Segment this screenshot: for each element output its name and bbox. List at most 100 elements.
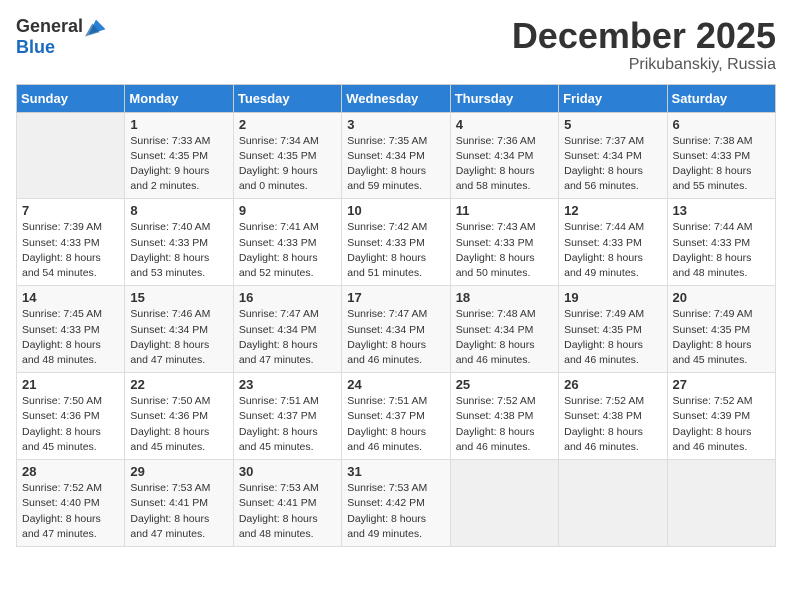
day-info-line: Daylight: 9 hours xyxy=(130,165,209,177)
day-info-line: and 45 minutes. xyxy=(239,441,314,453)
day-number: 11 xyxy=(456,203,553,218)
day-info: Sunrise: 7:50 AMSunset: 4:36 PMDaylight:… xyxy=(22,394,119,455)
calendar-cell: 3Sunrise: 7:35 AMSunset: 4:34 PMDaylight… xyxy=(342,112,450,199)
day-info-line: and 47 minutes. xyxy=(130,528,205,540)
day-info-line: Sunrise: 7:49 AM xyxy=(673,308,753,320)
calendar-cell: 13Sunrise: 7:44 AMSunset: 4:33 PMDayligh… xyxy=(667,199,775,286)
day-info-line: Daylight: 8 hours xyxy=(347,339,426,351)
day-info-line: Sunset: 4:38 PM xyxy=(456,410,534,422)
day-info-line: and 48 minutes. xyxy=(22,354,97,366)
calendar-cell: 24Sunrise: 7:51 AMSunset: 4:37 PMDayligh… xyxy=(342,373,450,460)
day-info: Sunrise: 7:52 AMSunset: 4:39 PMDaylight:… xyxy=(673,394,770,455)
calendar-cell: 16Sunrise: 7:47 AMSunset: 4:34 PMDayligh… xyxy=(233,286,341,373)
day-info-line: Sunset: 4:33 PM xyxy=(673,150,751,162)
weekday-header-thursday: Thursday xyxy=(450,84,558,112)
calendar-cell: 19Sunrise: 7:49 AMSunset: 4:35 PMDayligh… xyxy=(559,286,667,373)
day-number: 17 xyxy=(347,290,444,305)
title-block: December 2025 Prikubanskiy, Russia xyxy=(512,16,776,74)
calendar-cell: 11Sunrise: 7:43 AMSunset: 4:33 PMDayligh… xyxy=(450,199,558,286)
day-info-line: Daylight: 8 hours xyxy=(456,339,535,351)
day-info-line: and 53 minutes. xyxy=(130,267,205,279)
calendar-cell: 6Sunrise: 7:38 AMSunset: 4:33 PMDaylight… xyxy=(667,112,775,199)
calendar-cell: 28Sunrise: 7:52 AMSunset: 4:40 PMDayligh… xyxy=(17,460,125,547)
day-info-line: Sunset: 4:33 PM xyxy=(673,237,751,249)
day-info-line: and 46 minutes. xyxy=(564,354,639,366)
calendar-cell: 17Sunrise: 7:47 AMSunset: 4:34 PMDayligh… xyxy=(342,286,450,373)
day-info-line: and 0 minutes. xyxy=(239,180,308,192)
day-info-line: Sunrise: 7:35 AM xyxy=(347,135,427,147)
day-info-line: Daylight: 8 hours xyxy=(22,252,101,264)
day-number: 8 xyxy=(130,203,227,218)
day-number: 31 xyxy=(347,464,444,479)
day-number: 16 xyxy=(239,290,336,305)
day-info-line: and 51 minutes. xyxy=(347,267,422,279)
day-info-line: Sunset: 4:41 PM xyxy=(130,497,208,509)
day-info-line: Sunrise: 7:37 AM xyxy=(564,135,644,147)
day-info-line: Sunset: 4:35 PM xyxy=(673,324,751,336)
day-info-line: Sunset: 4:33 PM xyxy=(239,237,317,249)
weekday-header-sunday: Sunday xyxy=(17,84,125,112)
weekday-header-wednesday: Wednesday xyxy=(342,84,450,112)
day-info-line: Sunrise: 7:44 AM xyxy=(564,221,644,233)
calendar-cell xyxy=(559,460,667,547)
calendar-cell: 30Sunrise: 7:53 AMSunset: 4:41 PMDayligh… xyxy=(233,460,341,547)
weekday-header-friday: Friday xyxy=(559,84,667,112)
day-info-line: and 49 minutes. xyxy=(564,267,639,279)
calendar-cell: 20Sunrise: 7:49 AMSunset: 4:35 PMDayligh… xyxy=(667,286,775,373)
day-info-line: Daylight: 8 hours xyxy=(22,426,101,438)
day-info-line: Sunrise: 7:40 AM xyxy=(130,221,210,233)
calendar-cell: 14Sunrise: 7:45 AMSunset: 4:33 PMDayligh… xyxy=(17,286,125,373)
calendar-cell: 25Sunrise: 7:52 AMSunset: 4:38 PMDayligh… xyxy=(450,373,558,460)
calendar-cell xyxy=(17,112,125,199)
day-info-line: Sunset: 4:34 PM xyxy=(130,324,208,336)
day-info: Sunrise: 7:34 AMSunset: 4:35 PMDaylight:… xyxy=(239,134,336,195)
day-info-line: and 47 minutes. xyxy=(22,528,97,540)
day-info-line: Sunrise: 7:53 AM xyxy=(347,482,427,494)
calendar-cell: 5Sunrise: 7:37 AMSunset: 4:34 PMDaylight… xyxy=(559,112,667,199)
day-info-line: Sunset: 4:34 PM xyxy=(456,150,534,162)
day-number: 29 xyxy=(130,464,227,479)
day-info-line: Daylight: 8 hours xyxy=(22,513,101,525)
day-info-line: Sunrise: 7:45 AM xyxy=(22,308,102,320)
day-info-line: Sunrise: 7:52 AM xyxy=(673,395,753,407)
day-info: Sunrise: 7:52 AMSunset: 4:38 PMDaylight:… xyxy=(456,394,553,455)
day-info-line: Daylight: 8 hours xyxy=(130,252,209,264)
day-info: Sunrise: 7:45 AMSunset: 4:33 PMDaylight:… xyxy=(22,307,119,368)
day-number: 24 xyxy=(347,377,444,392)
weekday-header-saturday: Saturday xyxy=(667,84,775,112)
day-number: 4 xyxy=(456,117,553,132)
calendar-cell: 18Sunrise: 7:48 AMSunset: 4:34 PMDayligh… xyxy=(450,286,558,373)
day-info-line: Daylight: 8 hours xyxy=(239,426,318,438)
calendar-week-row: 1Sunrise: 7:33 AMSunset: 4:35 PMDaylight… xyxy=(17,112,776,199)
day-info-line: Sunrise: 7:53 AM xyxy=(239,482,319,494)
day-info-line: Daylight: 8 hours xyxy=(22,339,101,351)
day-number: 9 xyxy=(239,203,336,218)
day-info-line: Sunrise: 7:51 AM xyxy=(239,395,319,407)
day-number: 12 xyxy=(564,203,661,218)
day-info-line: Sunrise: 7:50 AM xyxy=(22,395,102,407)
day-number: 27 xyxy=(673,377,770,392)
day-info-line: Sunset: 4:37 PM xyxy=(347,410,425,422)
day-number: 6 xyxy=(673,117,770,132)
day-info-line: Sunrise: 7:49 AM xyxy=(564,308,644,320)
calendar-cell: 15Sunrise: 7:46 AMSunset: 4:34 PMDayligh… xyxy=(125,286,233,373)
day-info-line: Sunrise: 7:48 AM xyxy=(456,308,536,320)
day-info-line: and 54 minutes. xyxy=(22,267,97,279)
calendar-cell: 2Sunrise: 7:34 AMSunset: 4:35 PMDaylight… xyxy=(233,112,341,199)
day-info-line: Sunrise: 7:52 AM xyxy=(22,482,102,494)
day-info-line: Sunset: 4:40 PM xyxy=(22,497,100,509)
day-info-line: Daylight: 9 hours xyxy=(239,165,318,177)
day-info-line: Daylight: 8 hours xyxy=(564,339,643,351)
day-info-line: Sunrise: 7:52 AM xyxy=(456,395,536,407)
day-info-line: Sunset: 4:34 PM xyxy=(456,324,534,336)
calendar-cell: 9Sunrise: 7:41 AMSunset: 4:33 PMDaylight… xyxy=(233,199,341,286)
day-info-line: Sunrise: 7:47 AM xyxy=(239,308,319,320)
calendar-cell: 21Sunrise: 7:50 AMSunset: 4:36 PMDayligh… xyxy=(17,373,125,460)
day-info-line: and 47 minutes. xyxy=(130,354,205,366)
calendar-week-row: 28Sunrise: 7:52 AMSunset: 4:40 PMDayligh… xyxy=(17,460,776,547)
day-number: 23 xyxy=(239,377,336,392)
day-info-line: Daylight: 8 hours xyxy=(130,426,209,438)
logo-general: General xyxy=(16,17,83,37)
day-info-line: Daylight: 8 hours xyxy=(673,426,752,438)
calendar-cell: 10Sunrise: 7:42 AMSunset: 4:33 PMDayligh… xyxy=(342,199,450,286)
